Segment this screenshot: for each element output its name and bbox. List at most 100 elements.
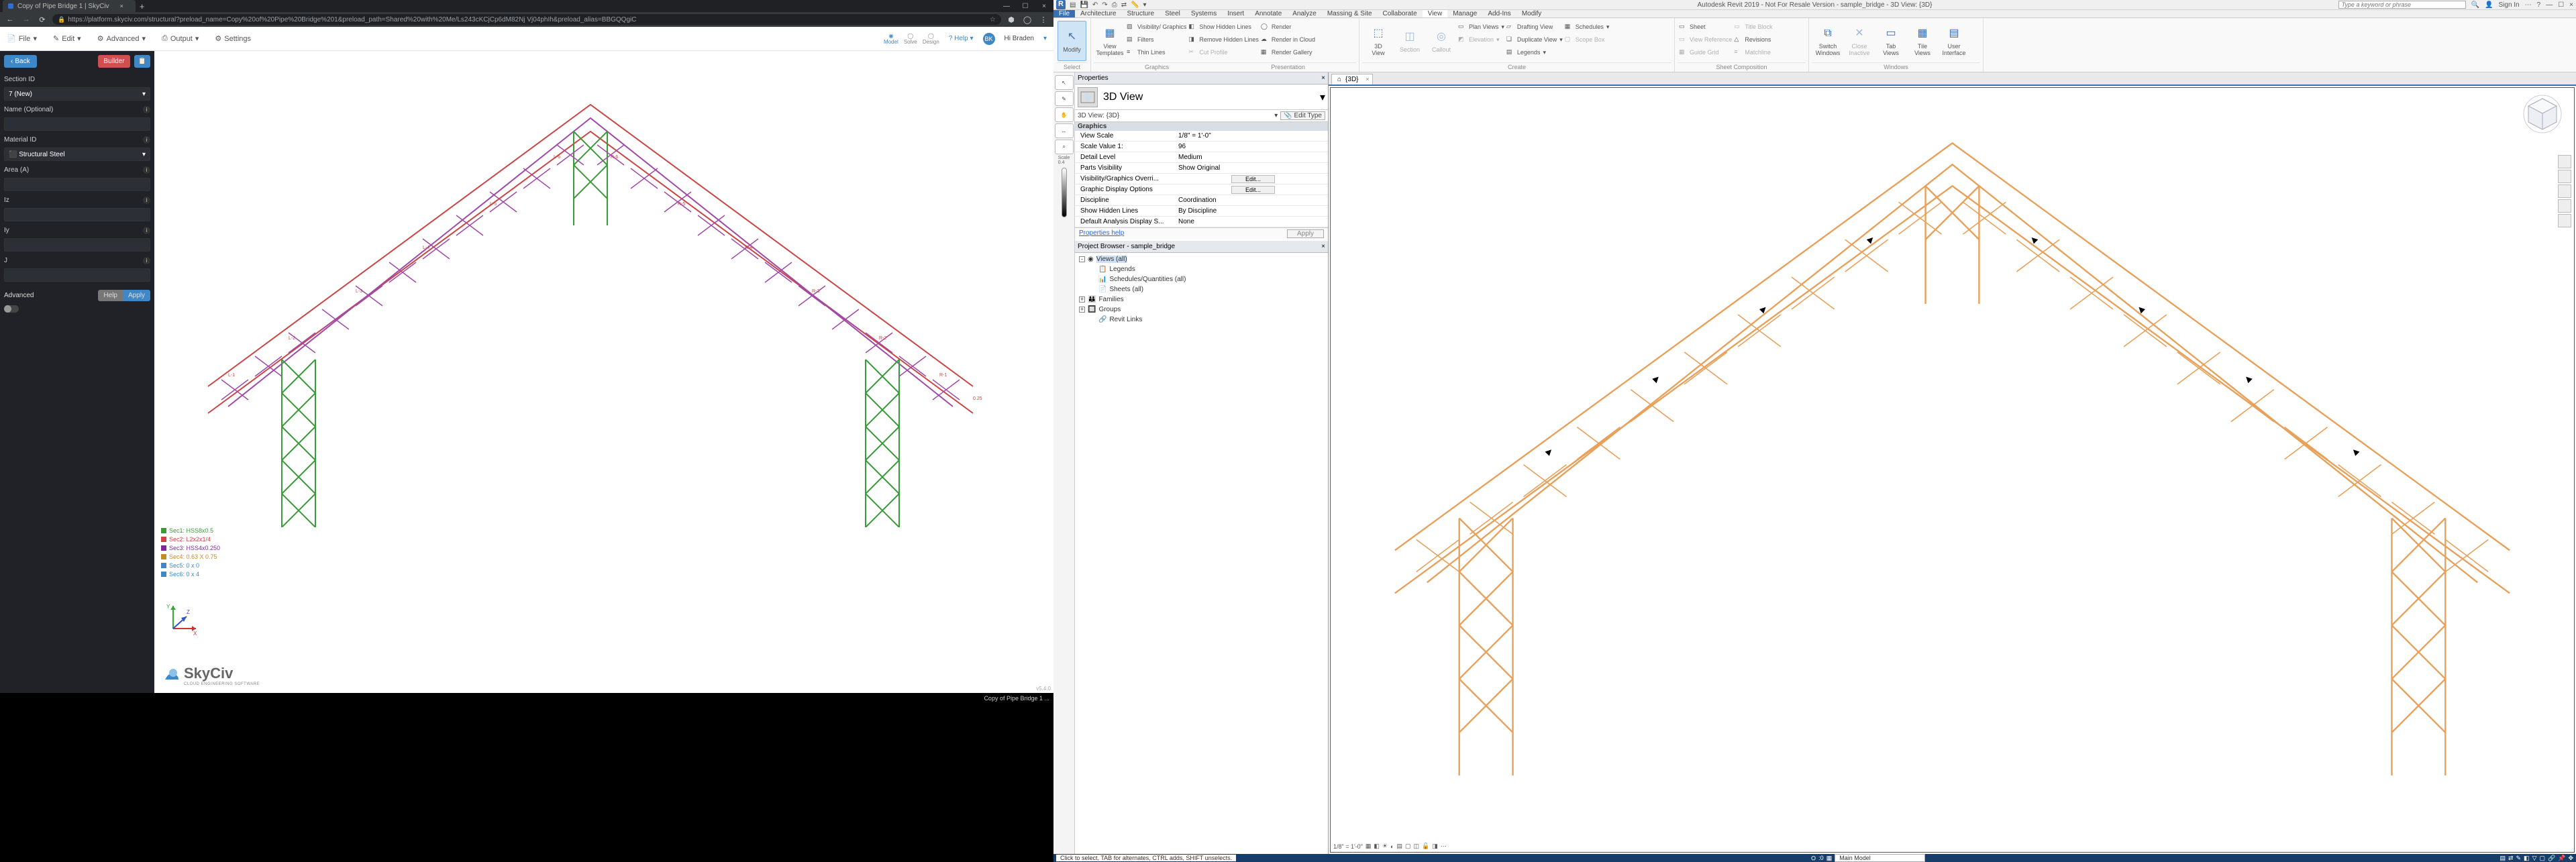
vc-shadow-icon[interactable]: ◐ [1390,843,1394,850]
property-row[interactable]: Graphic Display OptionsEdit... [1075,184,1328,195]
qat-measure-icon[interactable]: 📏 [1131,1,1139,9]
property-row[interactable]: Parts VisibilityShow Original [1075,163,1328,174]
instance-dropdown-icon[interactable]: ▾ [1274,112,1278,119]
status-editable-icon[interactable]: ✎ [2516,855,2522,862]
minimize-button[interactable]: — [997,3,1016,10]
qat-save-icon[interactable]: 💾 [1080,1,1088,9]
extensions-icon[interactable]: ⬢ [1005,15,1017,24]
view-cube[interactable] [2523,95,2562,133]
tab-views-button[interactable]: ▭Tab Views [1876,21,1906,61]
sheet-button[interactable]: ▭Sheet [1679,21,1732,33]
nav-zoom-icon[interactable] [2558,184,2571,198]
ribbon-tab-annotate[interactable]: Annotate [1249,10,1287,17]
property-row[interactable]: Show Hidden LinesBy Discipline [1075,206,1328,217]
j-input[interactable] [4,268,150,282]
render-gallery-button[interactable]: ▦Render Gallery [1261,46,1315,58]
taskbar-item[interactable]: Copy of Pipe Bridge 1 ... [984,695,1049,702]
vc-crop-region-icon[interactable]: ◫ [1413,843,1419,850]
scope-box-button[interactable]: ▢Scope Box [1565,34,1610,46]
property-row[interactable]: Detail LevelMedium [1075,152,1328,163]
chrome-menu-icon[interactable]: ⋮ [1037,15,1049,24]
nav-back-button[interactable]: ← [4,15,16,23]
qat-dropdown-icon[interactable]: ▾ [1143,1,1147,9]
3d-view-button[interactable]: ⬚3D View [1363,21,1393,61]
dock-cursor-icon[interactable]: ↖ [1055,75,1074,90]
new-tab-button[interactable]: + [140,1,145,11]
tree-item[interactable]: -◉Views (all) [1076,254,1327,264]
view-reference-button[interactable]: ▭View Reference [1679,34,1732,46]
properties-help-link[interactable]: Properties help [1079,229,1124,238]
callout-button[interactable]: ◎Callout [1427,21,1456,61]
info-icon[interactable]: i [143,136,150,144]
nav-orbit-icon[interactable] [2558,199,2571,213]
property-row[interactable]: Visibility/Graphics Overri...Edit... [1075,174,1328,184]
qat-sync-icon[interactable]: ⇄ [1121,1,1127,9]
minimize-icon[interactable]: — [2546,1,2553,9]
ribbon-tab-insert[interactable]: Insert [1222,10,1249,17]
nav-look-icon[interactable] [2558,214,2571,227]
property-row[interactable]: DisciplineCoordination [1075,195,1328,206]
ribbon-tab-systems[interactable]: Systems [1186,10,1222,17]
dock-hand-icon[interactable]: ✋ [1055,107,1074,122]
view-templates-button[interactable]: ▦View Templates [1095,21,1125,61]
dock-annotate-icon[interactable]: ⌕ [1055,140,1074,154]
status-model-icon[interactable]: ▦ [1826,855,1833,862]
remove-hidden-lines-button[interactable]: ◨Remove Hidden Lines [1188,34,1259,46]
legends-button[interactable]: ▤Legends ▾ [1506,46,1563,58]
edit-type-button[interactable]: 📎 Edit Type [1280,111,1325,120]
advanced-toggle[interactable] [4,305,19,313]
settings-menu[interactable]: ⚙ Settings [215,34,251,43]
profile-icon[interactable]: ◯ [1021,15,1033,24]
render-cloud-button[interactable]: ☁Render in Cloud [1261,34,1315,46]
user-greeting[interactable]: Hi Braden [1004,35,1034,42]
duplicate-view-button[interactable]: ❏Duplicate View ▾ [1506,34,1563,46]
title-block-button[interactable]: ▭Title Block [1734,21,1772,33]
drafting-view-button[interactable]: ▱Drafting View [1506,21,1563,33]
signin-label[interactable]: Sign In [2498,1,2519,9]
section-id-select[interactable]: 7 (New)▾ [4,87,150,101]
info-icon[interactable]: i [143,106,150,113]
qat-redo-icon[interactable]: ↷ [1102,1,1107,9]
view-control-bar[interactable]: 1/8" = 1'-0" ▦ ◧ ☀ ◐ ▤ ▢ ◫ 🔓 ◨ ⋯ [1333,843,1447,850]
user-menu-chevron-icon[interactable]: ▾ [1043,35,1047,42]
help-icon[interactable]: ? [2537,1,2541,9]
properties-apply-button[interactable]: Apply [1287,229,1324,238]
cut-profile-button[interactable]: ✂Cut Profile [1188,46,1259,58]
mode-switcher[interactable]: ◉Model ◯Solve ◯Design [884,33,939,45]
name-input[interactable] [4,117,150,131]
status-ws-icon[interactable]: ▤ [2500,855,2506,862]
ribbon-tab-steel[interactable]: Steel [1160,10,1186,17]
vc-reveal-icon[interactable]: ◨ [1432,843,1438,850]
info-icon[interactable]: i [143,227,150,234]
status-icon-1[interactable]: ⛭ [1811,855,1816,862]
status-select-icon[interactable]: ▢ [2539,855,2545,862]
tree-item[interactable]: 📄Sheets (all) [1076,284,1327,294]
nav-wheel-icon[interactable] [2558,155,2571,168]
status-link-icon[interactable]: 🔗 [2548,855,2555,862]
revit-3d-canvas[interactable]: 1/8" = 1'-0" ▦ ◧ ☀ ◐ ▤ ▢ ◫ 🔓 ◨ ⋯ [1330,87,2575,853]
status-drag-icon[interactable]: ✥ [2568,855,2573,862]
tab-close-icon[interactable]: × [120,3,123,9]
tile-views-button[interactable]: ▦Tile Views [1908,21,1937,61]
dock-pencil-icon[interactable]: ✎ [1055,91,1074,106]
info-icon[interactable]: i [143,166,150,174]
windows-taskbar[interactable]: Copy of Pipe Bridge 1 ... [0,693,1053,704]
ribbon-tab-file[interactable]: File [1053,10,1075,17]
sidebar-apply-button[interactable]: Apply [123,290,150,301]
vc-lock-icon[interactable]: 🔓 [1422,843,1429,850]
app-exchange-icon[interactable]: ⋯ [2525,1,2532,9]
model-canvas[interactable]: L-1L-2L-3 L-4L-5L-6 R-6R-5R-4 R-3R-2R-1 … [154,51,1053,693]
vc-more-icon[interactable]: ⋯ [1441,843,1447,850]
scale-slider[interactable] [1062,168,1067,217]
view-tab-3d[interactable]: ⌂ {3D} × [1331,74,1373,85]
vc-sun-icon[interactable]: ☀ [1382,843,1388,850]
render-button[interactable]: ◯Render [1261,21,1315,33]
tree-item[interactable]: 📋Legends [1076,264,1327,274]
status-pin-icon[interactable]: 📌 [2558,855,2565,862]
material-select[interactable]: ⬛ Structural Steel▾ [4,148,150,161]
project-browser-close-icon[interactable]: × [1321,243,1325,250]
close-window-button[interactable]: × [1035,3,1053,10]
builder-button[interactable]: Builder [98,55,130,68]
visibility-graphics-button[interactable]: ▨Visibility/ Graphics [1127,21,1186,33]
vc-crop-icon[interactable]: ▢ [1405,843,1411,850]
